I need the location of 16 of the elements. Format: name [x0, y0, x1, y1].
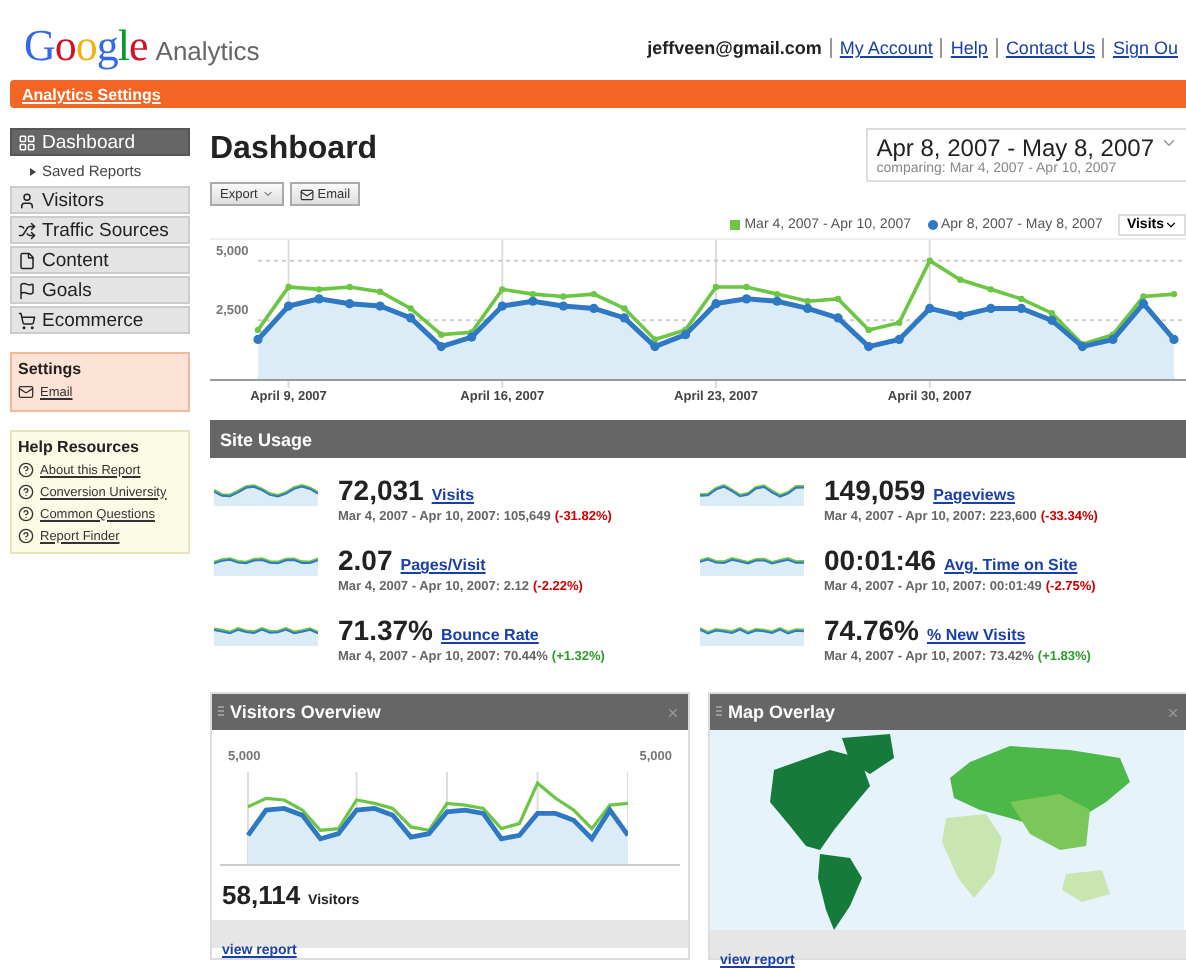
metric-value: 74.76%: [824, 614, 919, 646]
total-value: 58,114: [222, 880, 301, 910]
metric-value: 149,059: [824, 474, 926, 506]
logo-text: Google: [24, 20, 148, 72]
logo-text: Analytics: [155, 36, 260, 66]
panel-title: Settings: [18, 360, 84, 378]
page-title: Dashboard: [210, 132, 378, 168]
panel-title: Help Resources: [18, 438, 141, 456]
user-email: jeffveen@gmail.com: [647, 38, 824, 58]
panel-header: Visitors Overview: [212, 694, 688, 730]
metric-value: 71.37%: [338, 614, 433, 646]
section-header: Site Usage: [210, 420, 1186, 458]
metric-value: 72,031: [338, 474, 424, 506]
metric-value: 2.07: [338, 544, 393, 576]
panel-header: Map Overlay: [710, 694, 1186, 730]
metric-value: 00:01:46: [824, 544, 937, 576]
